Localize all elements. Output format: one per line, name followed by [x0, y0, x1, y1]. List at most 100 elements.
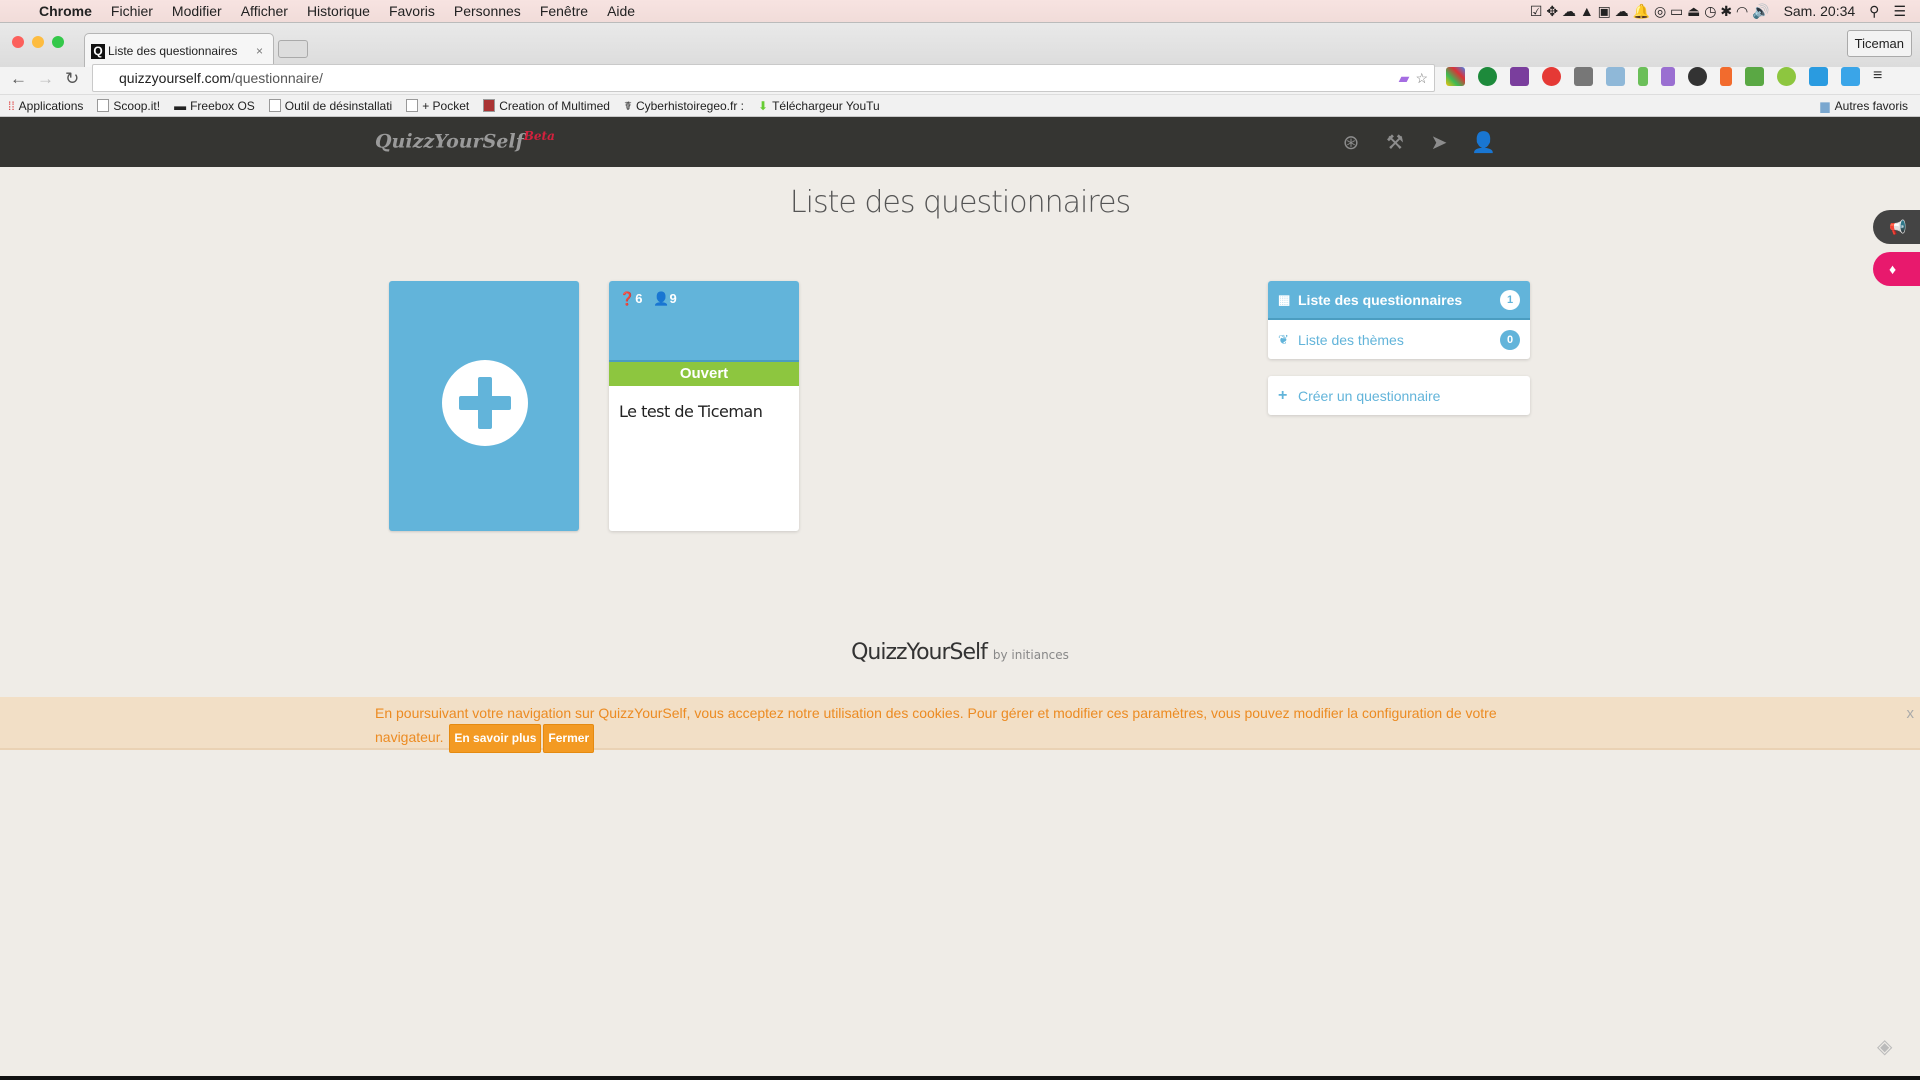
freebox-icon: ▬: [174, 98, 187, 113]
browser-toolbar: ← → ↻ quizzyourself.com/questionnaire/ ▰…: [0, 64, 1920, 95]
address-bar[interactable]: quizzyourself.com/questionnaire/ ▰ ☆: [92, 64, 1435, 92]
add-quiz-card[interactable]: [389, 281, 579, 531]
close-tab-icon[interactable]: ×: [256, 44, 263, 58]
bookmark-freebox[interactable]: ▬ Freebox OS: [174, 99, 255, 113]
beta-tag: Beta: [523, 129, 555, 143]
user-icon: 👤: [653, 291, 670, 306]
camera-icon[interactable]: [1606, 67, 1625, 86]
sidebar-item-themes[interactable]: ❦ Liste des thèmes 0: [1268, 320, 1530, 359]
extension-icon[interactable]: [1638, 67, 1648, 86]
forward-icon[interactable]: →: [37, 69, 54, 89]
bookmark-cyberhistoire[interactable]: ☤ Cyberhistoiregeo.fr :: [624, 99, 744, 113]
menu-fenetre[interactable]: Fenêtre: [540, 3, 588, 19]
question-count: 6: [635, 291, 643, 306]
bookmark-youtube-downloader[interactable]: ⬇ Téléchargeur YouTu: [758, 99, 880, 113]
help-lifebuoy-icon[interactable]: ⊛: [1339, 130, 1363, 155]
quiz-card[interactable]: ❓6 👤9 Ouvert Le test de Ticeman: [609, 281, 799, 531]
quiz-name[interactable]: Le test de Ticeman: [609, 386, 799, 437]
question-icon: ❓: [619, 291, 636, 306]
back-icon[interactable]: ←: [10, 69, 27, 89]
spotlight-icon[interactable]: ⚲: [1869, 3, 1879, 20]
cookie-banner: En poursuivant votre navigation sur Quiz…: [0, 697, 1920, 753]
premium-tab[interactable]: ♦: [1873, 252, 1920, 286]
extension-icon[interactable]: [1688, 67, 1707, 86]
bookmark-pocket[interactable]: + Pocket: [406, 99, 469, 113]
url-host: quizzyourself.com: [119, 70, 232, 86]
onenote-icon[interactable]: [1510, 67, 1529, 86]
diamond-corner-icon[interactable]: ◈: [1877, 1034, 1892, 1059]
extension-icon[interactable]: [1841, 67, 1860, 86]
extension-icon[interactable]: [1542, 67, 1561, 86]
download-arrow-icon: ⬇: [758, 98, 769, 113]
minimize-window-button[interactable]: [32, 36, 44, 48]
maximize-window-button[interactable]: [52, 36, 64, 48]
bookmarks-bar: ⁞⁞ Applications Scoop.it! ▬ Freebox OS Out…: [0, 95, 1920, 117]
extensions-bar: ≡: [1446, 67, 1882, 86]
quiz-card-header: ❓6 👤9: [609, 281, 799, 362]
reload-icon[interactable]: ↻: [65, 69, 79, 89]
extension-rw-icon[interactable]: ▰: [1399, 70, 1410, 87]
tab-title: Liste des questionnaires: [108, 44, 238, 58]
close-icon[interactable]: x: [1907, 705, 1915, 722]
participant-count: 9: [669, 291, 677, 306]
menu-app[interactable]: Chrome: [39, 3, 92, 19]
learn-more-button[interactable]: En savoir plus: [449, 724, 542, 753]
count-badge: 1: [1500, 289, 1520, 310]
send-icon[interactable]: ➤: [1427, 130, 1451, 155]
sidebar-item-questionnaires[interactable]: ▦ Liste des questionnaires 1: [1268, 281, 1530, 320]
bookmark-label: Scoop.it!: [113, 98, 161, 113]
logo-text: QuizzYourSelf: [375, 130, 524, 153]
extension-icon[interactable]: [1720, 67, 1732, 86]
bookmark-label: + Pocket: [422, 98, 470, 113]
clock[interactable]: Sam. 20:34: [1784, 3, 1856, 19]
page-title: Liste des questionnaires: [789, 185, 1131, 220]
menu-personnes[interactable]: Personnes: [454, 3, 521, 19]
menubar-status-area: ☑ ✥ ☁ ▲ ▣ ☁ 🔔 ◎ ▭ ⏏ ◷ ✱ ◠ 🔊 Sam. 20:34 ⚲…: [1530, 0, 1906, 22]
announcements-tab[interactable]: 📢: [1873, 210, 1920, 244]
sidebar-item-label: Liste des thèmes: [1298, 331, 1404, 348]
menu-favoris[interactable]: Favoris: [389, 3, 435, 19]
bookmark-outil[interactable]: Outil de désinstallati: [268, 99, 392, 113]
folder-icon: ▆: [1820, 99, 1830, 113]
new-tab-button[interactable]: [278, 40, 308, 58]
bookmark-scoopit[interactable]: Scoop.it!: [97, 99, 160, 113]
notification-center-icon[interactable]: ☰: [1893, 3, 1906, 20]
create-quiz-button[interactable]: + Créer un questionnaire: [1268, 376, 1530, 415]
bookmark-label: Creation of Multimed: [499, 98, 610, 113]
close-cookie-button[interactable]: Fermer: [543, 724, 595, 753]
menu-historique[interactable]: Historique: [307, 3, 370, 19]
bookmark-star-icon[interactable]: ☆: [1415, 70, 1428, 87]
quill-icon[interactable]: [1661, 67, 1675, 86]
menu-icon[interactable]: ≡: [1873, 67, 1882, 86]
profile-button[interactable]: Ticeman: [1846, 30, 1912, 57]
extension-icon[interactable]: [1574, 67, 1593, 86]
megaphone-icon: 📢: [1889, 219, 1907, 235]
tab-strip: Q Liste des questionnaires × Ticeman: [0, 22, 1920, 68]
other-bookmarks[interactable]: ▆ Autres favoris: [1820, 95, 1908, 117]
bookmark-applications[interactable]: ⁞⁞ Applications: [8, 99, 83, 113]
user-icon[interactable]: 👤: [1471, 130, 1496, 155]
download-extension-icon[interactable]: [1478, 67, 1497, 86]
logo[interactable]: QuizzYourSelfBeta: [375, 129, 555, 152]
extension-icon[interactable]: [1446, 67, 1465, 86]
bookmark-label: Applications: [18, 98, 84, 113]
create-quiz-panel: + Créer un questionnaire: [1268, 376, 1530, 415]
print-icon[interactable]: [1745, 67, 1764, 86]
create-quiz-label: Créer un questionnaire: [1298, 387, 1441, 404]
close-window-button[interactable]: [12, 36, 24, 48]
menu-modifier[interactable]: Modifier: [172, 3, 222, 19]
status-icons[interactable]: ☑ ✥ ☁ ▲ ▣ ☁ 🔔 ◎ ▭ ⏏ ◷ ✱ ◠ 🔊: [1530, 3, 1770, 20]
menu-afficher[interactable]: Afficher: [241, 3, 288, 19]
menu-aide[interactable]: Aide: [607, 3, 635, 19]
extension-icon[interactable]: [1809, 67, 1828, 86]
bookmark-icon: [483, 99, 496, 112]
extension-icon[interactable]: [1777, 67, 1796, 86]
bookmark-multimedia[interactable]: Creation of Multimed: [483, 99, 610, 113]
gavel-icon[interactable]: ⚒: [1383, 130, 1407, 155]
footer-brand: QuizzYourSelf: [851, 640, 988, 665]
browser-tab[interactable]: Q Liste des questionnaires ×: [84, 33, 274, 68]
menu-fichier[interactable]: Fichier: [111, 3, 153, 19]
footer-by[interactable]: by initiances: [993, 648, 1069, 662]
bookmark-label: Freebox OS: [190, 98, 255, 113]
footer: QuizzYourSelf by initiances: [0, 640, 1920, 665]
